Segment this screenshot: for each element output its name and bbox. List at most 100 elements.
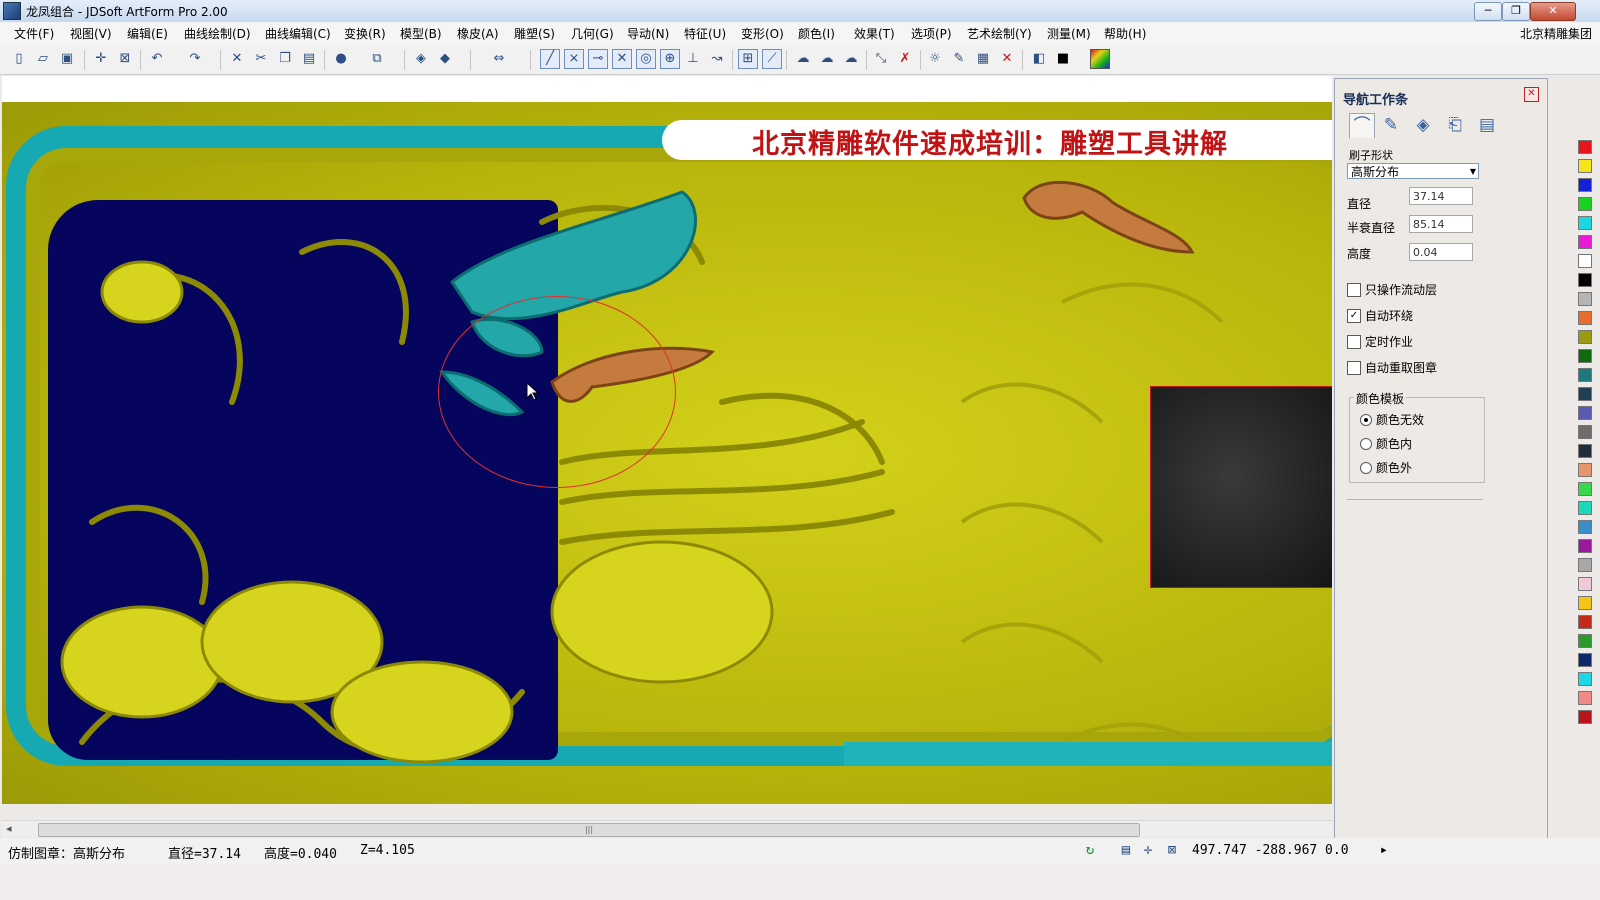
redo-icon[interactable]: ↷: [186, 50, 204, 68]
color-swatch[interactable]: [1578, 292, 1592, 306]
sculpt-b-icon[interactable]: ☁: [818, 50, 836, 68]
color-swatch[interactable]: [1578, 596, 1592, 610]
open-file-icon[interactable]: ▱: [34, 50, 52, 68]
menu-measure[interactable]: 测量(M): [1047, 25, 1091, 42]
color-swatch[interactable]: [1578, 501, 1592, 515]
color-none-radio[interactable]: [1360, 414, 1372, 426]
close-button[interactable]: ✕: [1530, 2, 1576, 21]
copy-icon[interactable]: ❐: [276, 50, 294, 68]
color-swatch[interactable]: [1578, 311, 1592, 325]
color-swatch[interactable]: [1578, 425, 1592, 439]
measure-icon[interactable]: ⟋: [762, 49, 782, 69]
color-swatch[interactable]: [1578, 520, 1592, 534]
point-edit-icon[interactable]: ⤡: [872, 50, 890, 68]
delete-icon[interactable]: ✕: [998, 50, 1016, 68]
menu-curve-draw[interactable]: 曲线绘制(D): [184, 25, 251, 42]
color-swatch[interactable]: [1578, 406, 1592, 420]
auto-restamp-checkbox[interactable]: [1347, 361, 1361, 375]
color-swatch[interactable]: [1578, 216, 1592, 230]
refresh-icon[interactable]: ↻: [1082, 842, 1098, 858]
sculpt-tool-icon[interactable]: ⌒: [1349, 113, 1375, 138]
panel-close-icon[interactable]: ✕: [1524, 87, 1539, 102]
extend-icon[interactable]: ⊸: [588, 49, 608, 69]
layer-icon[interactable]: ▦: [974, 50, 992, 68]
color-swatch[interactable]: [1578, 159, 1592, 173]
minimize-button[interactable]: ─: [1474, 2, 1502, 21]
eraser-tool-icon[interactable]: ◈: [1411, 113, 1435, 137]
menu-model[interactable]: 模型(B): [400, 25, 442, 42]
color-swatch[interactable]: [1578, 178, 1592, 192]
color-swatch[interactable]: [1578, 615, 1592, 629]
menu-deform[interactable]: 变形(O): [741, 25, 784, 42]
paint-tool-icon[interactable]: ✎: [1379, 113, 1403, 137]
cut-icon[interactable]: ✕: [228, 50, 246, 68]
menu-feature[interactable]: 特征(U): [684, 25, 726, 42]
maximize-button[interactable]: ❐: [1502, 2, 1530, 21]
color-swatch[interactable]: [1578, 368, 1592, 382]
timed-job-checkbox[interactable]: [1347, 335, 1361, 349]
color-swatch[interactable]: [1578, 273, 1592, 287]
point-delete-icon[interactable]: ✗: [896, 50, 914, 68]
frame-icon[interactable]: ⊠: [1164, 842, 1180, 858]
perpendicular-icon[interactable]: ⊥: [684, 50, 702, 68]
menu-transform[interactable]: 变换(R): [344, 25, 386, 42]
diameter-input[interactable]: 37.14: [1409, 187, 1473, 205]
menu-sculpt[interactable]: 雕塑(S): [514, 25, 555, 42]
line-icon[interactable]: ╱: [540, 49, 560, 69]
color-swatch[interactable]: [1578, 444, 1592, 458]
menu-view[interactable]: 视图(V): [70, 25, 112, 42]
menu-effect[interactable]: 效果(T): [854, 25, 895, 42]
shade-icon[interactable]: ◈: [412, 50, 430, 68]
zoom-window-icon[interactable]: ⊠: [116, 50, 134, 68]
color-swatch[interactable]: [1578, 254, 1592, 268]
auto-wrap-checkbox[interactable]: ✓: [1347, 309, 1361, 323]
color-swatch[interactable]: [1578, 691, 1592, 705]
scissors-icon[interactable]: ✂: [252, 50, 270, 68]
color-swatch[interactable]: [1578, 235, 1592, 249]
arrows-icon[interactable]: ⇔: [490, 50, 508, 68]
color-swatch[interactable]: [1578, 653, 1592, 667]
menu-edit[interactable]: 编辑(E): [127, 25, 168, 42]
center-snap-icon[interactable]: ⊕: [660, 49, 680, 69]
color-swatch[interactable]: [1578, 140, 1592, 154]
tangent-icon[interactable]: ↝: [708, 50, 726, 68]
menu-eraser[interactable]: 橡皮(A): [457, 25, 499, 42]
sphere-icon[interactable]: ●: [332, 50, 350, 68]
crosshair-icon[interactable]: ✛: [1140, 842, 1156, 858]
color-black-icon[interactable]: ■: [1054, 50, 1072, 68]
menu-help[interactable]: 帮助(H): [1104, 25, 1146, 42]
grid-icon[interactable]: ⊞: [738, 49, 758, 69]
undo-icon[interactable]: ↶: [148, 50, 166, 68]
circle-snap-icon[interactable]: ◎: [636, 49, 656, 69]
new-file-icon[interactable]: ▯: [10, 50, 28, 68]
stamp-tool-icon[interactable]: ⎗: [1443, 113, 1467, 137]
menu-geometry[interactable]: 几何(G): [571, 25, 614, 42]
color-swatch[interactable]: [1578, 634, 1592, 648]
color-outside-radio[interactable]: [1360, 462, 1372, 474]
flow-layer-checkbox[interactable]: [1347, 283, 1361, 297]
save-icon[interactable]: ▣: [58, 50, 76, 68]
model-viewport[interactable]: 北京精雕软件速成培训：雕塑工具讲解: [2, 102, 1332, 804]
sculpt-c-icon[interactable]: ☁: [842, 50, 860, 68]
half-decay-input[interactable]: 85.14: [1409, 215, 1473, 233]
light-icon[interactable]: ☼: [926, 50, 944, 68]
trim-icon[interactable]: ⨯: [564, 49, 584, 69]
printer-icon[interactable]: ▤: [1118, 842, 1134, 858]
color-swatch[interactable]: [1578, 463, 1592, 477]
play-icon[interactable]: ▸: [1376, 842, 1392, 858]
brush-shape-select[interactable]: 高斯分布 ▼: [1347, 163, 1479, 179]
color-swatch[interactable]: [1578, 710, 1592, 724]
menu-guide[interactable]: 导动(N): [627, 25, 669, 42]
menu-options[interactable]: 选项(P): [911, 25, 952, 42]
color-swatch[interactable]: [1578, 672, 1592, 686]
cross-icon[interactable]: ✕: [612, 49, 632, 69]
pan-icon[interactable]: ✛: [92, 50, 110, 68]
color-swatch[interactable]: [1578, 482, 1592, 496]
color-inside-radio[interactable]: [1360, 438, 1372, 450]
sculpt-a-icon[interactable]: ☁: [794, 50, 812, 68]
color-swatch[interactable]: [1578, 558, 1592, 572]
menu-art-draw[interactable]: 艺术绘制(Y): [967, 25, 1032, 42]
menu-color[interactable]: 颜色(I): [798, 25, 835, 42]
model-icon[interactable]: ◧: [1030, 50, 1048, 68]
paste-icon[interactable]: ▤: [300, 50, 318, 68]
